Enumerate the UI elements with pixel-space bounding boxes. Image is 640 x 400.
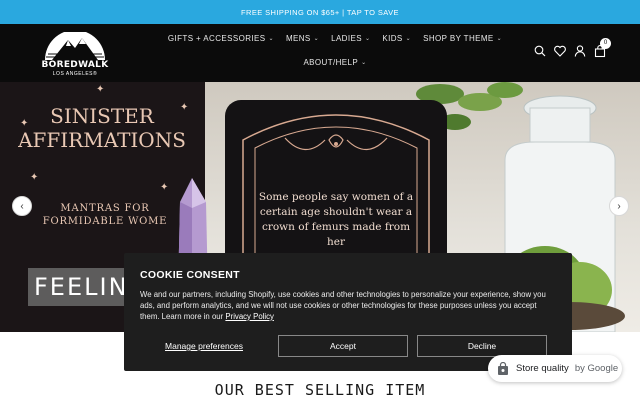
search-icon[interactable] (534, 44, 546, 58)
nav-item-gifts-accessories[interactable]: GIFTS + ACCESSORIES ⌄ (168, 34, 274, 43)
nav-item-shop-by-theme[interactable]: SHOP BY THEME ⌄ (423, 34, 502, 43)
slide-prev-button[interactable]: ‹ (12, 196, 32, 216)
store-quality-badge[interactable]: Store quality by Google (488, 355, 622, 382)
nav-item-label: ABOUT/HELP (303, 58, 359, 67)
nav-row-2: ABOUT/HELP ⌄ (150, 58, 520, 67)
decline-button[interactable]: Decline (417, 335, 547, 357)
nav-item-label: SHOP BY THEME (423, 34, 494, 43)
chevron-down-icon: ⌄ (313, 36, 320, 42)
site-header: BOREDWALK LOS ANGELES® GIFTS + ACCESSORI… (0, 24, 640, 82)
privacy-policy-link[interactable]: Privacy Policy (225, 312, 274, 321)
cookie-actions: Manage preferences Accept Decline (140, 335, 556, 357)
cart-count-badge: 0 (600, 38, 611, 49)
sparkle-icon: ✦ (160, 182, 169, 193)
logo[interactable]: BOREDWALK LOS ANGELES® (40, 32, 110, 77)
book-subtitle-text: MANTRAS FOR FORMIDABLE WOME (42, 203, 168, 227)
cookie-body: We and our partners, including Shopify, … (140, 289, 556, 322)
chevron-down-icon: ⌄ (496, 36, 503, 42)
logo-subtitle: LOS ANGELES® (52, 71, 98, 77)
chevron-down-icon: ⌄ (364, 36, 371, 42)
chevron-down-icon: ⌄ (361, 60, 367, 66)
chevron-left-icon: ‹ (20, 200, 24, 212)
store-quality-by: by Google (574, 363, 619, 374)
chevron-right-icon: › (617, 200, 621, 212)
logo-brand: BOREDWALK (41, 60, 109, 70)
slide-next-button[interactable]: › (609, 196, 629, 216)
chevron-down-icon: ⌄ (268, 36, 274, 42)
manage-preferences-button[interactable]: Manage preferences (140, 335, 268, 357)
cookie-body-text: We and our partners, including Shopify, … (140, 290, 546, 321)
account-icon[interactable] (574, 44, 586, 58)
main-nav: GIFTS + ACCESSORIES ⌄ MENS ⌄ LADIES ⌄ KIDS ⌄… (150, 24, 520, 82)
nav-item-label: GIFTS + ACCESSORIES (167, 34, 266, 43)
nav-item-about-help[interactable]: ABOUT/HELP ⌄ (303, 58, 366, 67)
cookie-title: COOKIE CONSENT (140, 269, 240, 281)
nav-row-1: GIFTS + ACCESSORIES ⌄ MENS ⌄ LADIES ⌄ KIDS ⌄… (150, 34, 520, 43)
announcement-bar[interactable]: FREE SHIPPING ON $65+ | TAP TO SAVE (0, 0, 640, 24)
card-quote-text: Some people say women of a certain age s… (258, 191, 414, 248)
sparkle-icon: ✦ (96, 84, 105, 95)
cart-button[interactable]: 0 (594, 38, 611, 58)
shopping-bag-icon (498, 361, 508, 375)
cookie-consent-dialog: COOKIE CONSENT We and our partners, incl… (124, 253, 572, 371)
logo-mountain-icon (45, 32, 105, 60)
nav-item-label: LADIES (331, 34, 362, 43)
chevron-down-icon: ⌄ (405, 36, 412, 42)
nav-item-kids[interactable]: KIDS ⌄ (382, 34, 411, 43)
heart-icon[interactable] (554, 44, 566, 58)
sparkle-icon: ✦ (20, 118, 29, 129)
section-title: OUR BEST SELLING ITEM (214, 381, 426, 399)
sparkle-icon: ✦ (180, 102, 189, 113)
book-title-text: SINISTER AFFIRMATIONS (18, 104, 186, 152)
nav-item-label: MENS (285, 34, 311, 43)
header-icons: 0 (534, 38, 611, 58)
announcement-text[interactable]: FREE SHIPPING ON $65+ | TAP TO SAVE (241, 8, 399, 17)
nav-item-mens[interactable]: MENS ⌄ (286, 34, 319, 43)
accept-button[interactable]: Accept (278, 335, 408, 357)
nav-item-label: KIDS (382, 34, 403, 43)
page: FREE SHIPPING ON $65+ | TAP TO SAVE BORE… (0, 0, 640, 400)
sparkle-icon: ✦ (30, 172, 39, 183)
store-quality-label: Store quality (516, 363, 569, 374)
nav-item-ladies[interactable]: LADIES ⌄ (331, 34, 370, 43)
